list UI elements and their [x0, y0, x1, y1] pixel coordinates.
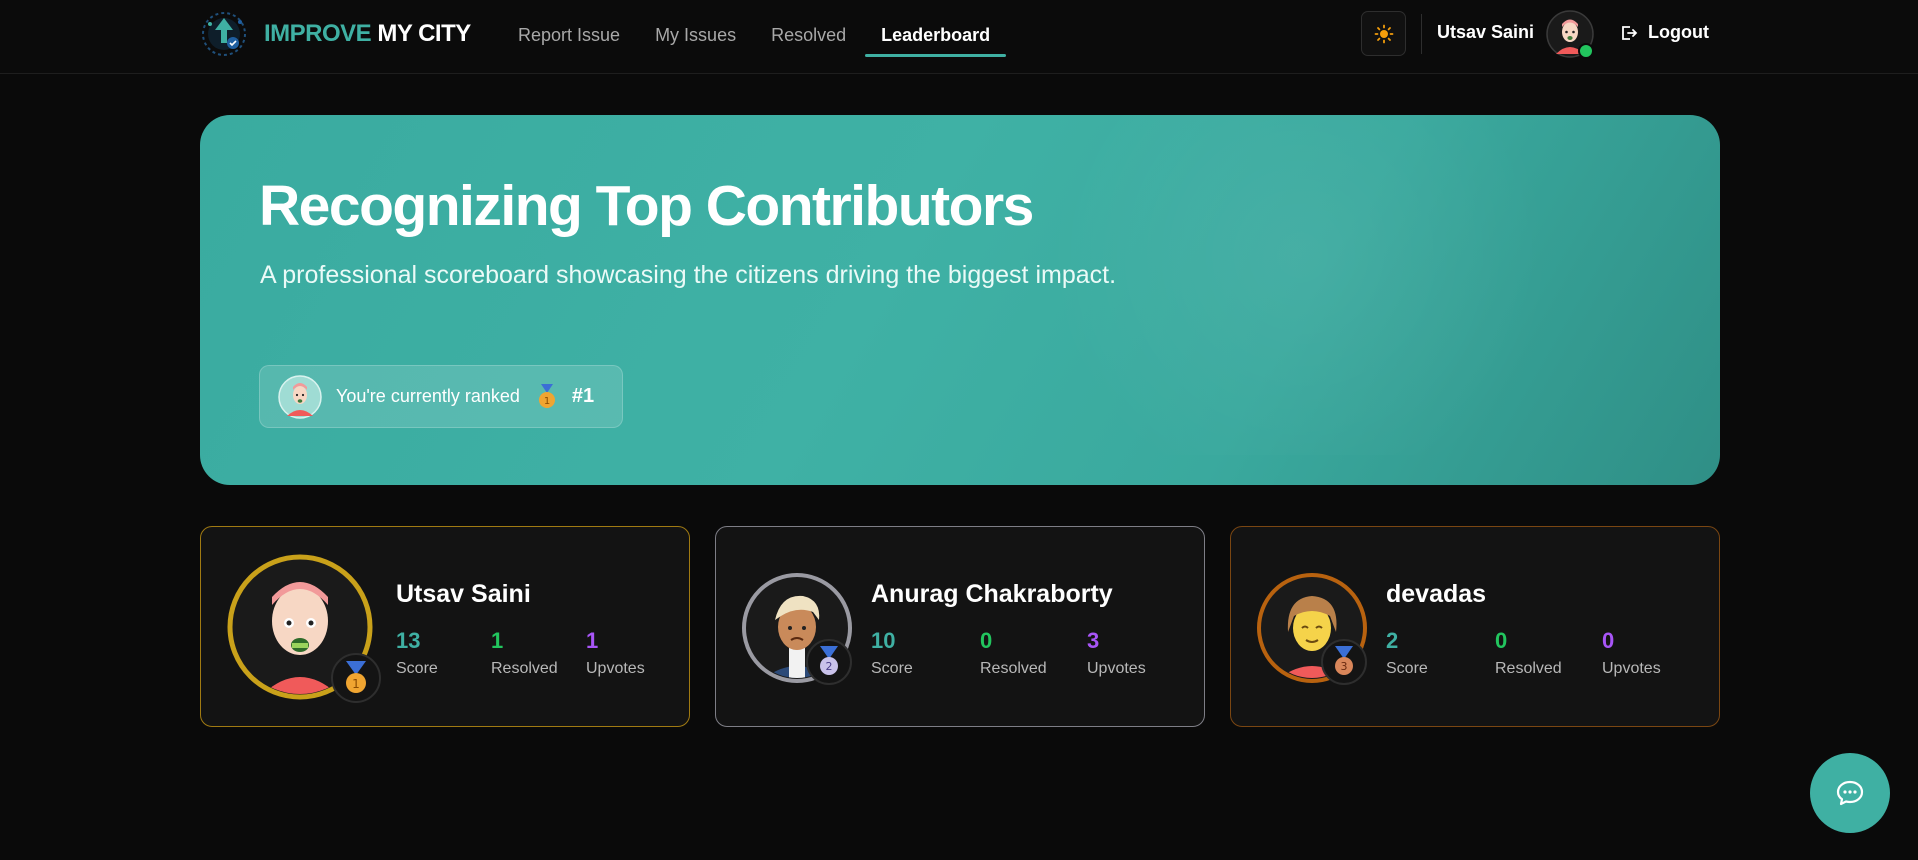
theme-toggle-button[interactable]	[1361, 11, 1406, 56]
leader-name: devadas	[1386, 580, 1487, 608]
brand-name: IMPROVE MY CITY	[264, 20, 471, 48]
hero-banner: Recognizing Top Contributors A professio…	[200, 115, 1720, 485]
logout-label: Logout	[1648, 22, 1709, 42]
svg-text:1: 1	[352, 677, 360, 691]
stat-upvotes-value: 0	[1602, 628, 1615, 653]
svg-text:2: 2	[826, 660, 833, 673]
chat-bubble-icon	[1836, 780, 1864, 806]
hero-title: Recognizing Top Contributors	[259, 174, 1034, 238]
stat-resolved-label: Resolved	[980, 660, 1047, 677]
logout-icon	[1622, 25, 1638, 40]
stat-resolved-label: Resolved	[491, 660, 558, 677]
stat-upvotes: 1 Upvotes	[586, 628, 645, 678]
sun-icon	[1374, 24, 1393, 43]
main-nav: Report Issue My Issues Resolved Leaderbo…	[518, 0, 1025, 74]
stat-score-label: Score	[871, 660, 913, 677]
current-rank-pill: You're currently ranked 1 #1	[259, 365, 623, 428]
chat-button[interactable]	[1810, 753, 1890, 833]
svg-text:1: 1	[544, 396, 550, 407]
bronze-medal-badge-icon: 3	[1321, 639, 1367, 685]
stat-score-value: 10	[871, 628, 896, 653]
city-upload-logo-icon	[202, 12, 246, 56]
gold-medal-badge-icon: 1	[331, 653, 381, 703]
top-navbar: IMPROVE MY CITY Report Issue My Issues R…	[0, 0, 1918, 74]
stat-score-value: 13	[396, 628, 421, 653]
header-divider	[1421, 14, 1422, 54]
rank-label: You're currently ranked	[336, 386, 520, 406]
nav-report-issue[interactable]: Report Issue	[518, 0, 620, 74]
nav-resolved[interactable]: Resolved	[771, 0, 846, 74]
stat-resolved-value: 0	[980, 628, 993, 653]
stat-upvotes-label: Upvotes	[1602, 660, 1661, 677]
stat-resolved-value: 0	[1495, 628, 1508, 653]
stat-upvotes-value: 3	[1087, 628, 1100, 653]
leader-name: Anurag Chakraborty	[871, 580, 1113, 608]
logout-button[interactable]: Logout	[1620, 22, 1709, 43]
leader-card-rank-3[interactable]: 3 devadas 2 Score 0 Resolved 0 Upvotes	[1230, 526, 1720, 727]
brand-logo[interactable]: IMPROVE MY CITY	[200, 10, 471, 58]
stat-resolved: 0 Resolved	[980, 628, 1047, 678]
silver-medal-badge-icon: 2	[806, 639, 852, 685]
stat-score: 2 Score	[1386, 628, 1428, 678]
hero-subtitle: A professional scoreboard showcasing the…	[260, 261, 1117, 289]
stat-score: 13 Score	[396, 628, 438, 678]
nav-my-issues[interactable]: My Issues	[655, 0, 736, 74]
rank-user-avatar	[278, 374, 322, 419]
online-status-dot	[1578, 43, 1594, 59]
stat-upvotes: 3 Upvotes	[1087, 628, 1146, 678]
stat-score-label: Score	[396, 660, 438, 677]
stat-upvotes-label: Upvotes	[586, 660, 645, 677]
leader-card-rank-2[interactable]: 2 Anurag Chakraborty 10 Score 0 Resolved…	[715, 526, 1205, 727]
stat-upvotes-value: 1	[586, 628, 599, 653]
gold-medal-icon: 1	[538, 383, 555, 408]
rank-value: #1	[571, 385, 595, 407]
brand-name-part2: MY CITY	[377, 20, 471, 47]
stat-upvotes: 0 Upvotes	[1602, 628, 1661, 678]
svg-text:3: 3	[1341, 660, 1348, 673]
stat-resolved-label: Resolved	[1495, 660, 1562, 677]
stat-score: 10 Score	[871, 628, 913, 678]
nav-leaderboard[interactable]: Leaderboard	[865, 0, 1007, 74]
stat-upvotes-label: Upvotes	[1087, 660, 1146, 677]
leader-name: Utsav Saini	[396, 580, 531, 608]
stat-score-value: 2	[1386, 628, 1399, 653]
stat-score-label: Score	[1386, 660, 1428, 677]
leader-card-rank-1[interactable]: 1 Utsav Saini 13 Score 1 Resolved 1 Upvo…	[200, 526, 690, 727]
header-user-name[interactable]: Utsav Saini	[1437, 22, 1534, 43]
stat-resolved: 0 Resolved	[1495, 628, 1562, 678]
stat-resolved-value: 1	[491, 628, 504, 653]
stat-resolved: 1 Resolved	[491, 628, 558, 678]
brand-name-part1: IMPROVE	[264, 20, 372, 47]
